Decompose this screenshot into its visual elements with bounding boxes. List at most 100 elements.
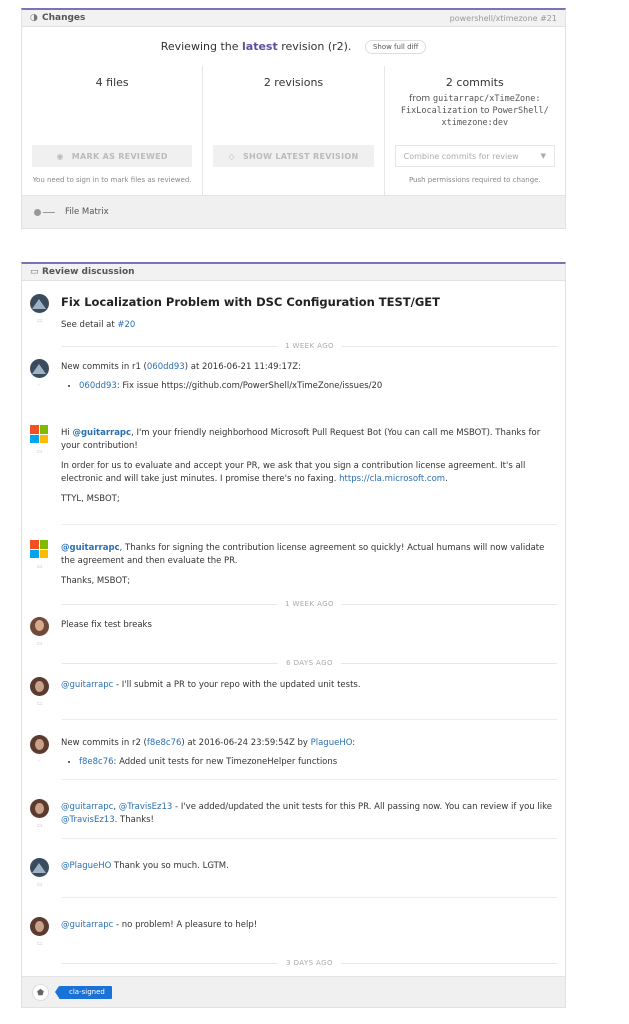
- user-mention[interactable]: @guitarrapc: [61, 680, 113, 690]
- commit-prefix: New commits in r1 (: [61, 362, 147, 372]
- comment-text: - no problem! A pleasure to help!: [113, 920, 258, 930]
- user-mention[interactable]: @guitarrapc: [61, 802, 113, 812]
- user-mention[interactable]: @TravisEz13: [119, 802, 173, 812]
- time-separator: 1 WEEK AGO: [62, 341, 557, 351]
- issue-link[interactable]: #20: [117, 320, 135, 330]
- commit-sha-link[interactable]: f8e8c76: [79, 757, 114, 767]
- repo-ref[interactable]: powershell/xtimezone #21: [450, 14, 557, 23]
- comment-text: .: [445, 473, 448, 484]
- microsoft-logo-icon[interactable]: [30, 540, 48, 558]
- comment-icon: ▭: [37, 317, 43, 324]
- files-column: 4 files ◉ MARK AS REVIEWED You need to s…: [22, 66, 204, 196]
- commit-sha-link[interactable]: 060dd93: [79, 381, 117, 391]
- avatar[interactable]: [30, 677, 49, 696]
- reviewing-prefix: Reviewing the: [160, 40, 243, 53]
- signature: TTYL, MSBOT;: [61, 494, 120, 504]
- user-mention[interactable]: @PlagueHO: [61, 861, 111, 871]
- discussion-title: Review discussion: [42, 267, 135, 277]
- comment-icon: ▭: [37, 881, 43, 888]
- cla-link[interactable]: https://cla.microsoft.com: [339, 474, 445, 484]
- signature: Thanks, MSBOT;: [61, 576, 131, 586]
- half-circle-icon: ◑: [30, 13, 38, 23]
- discussion-header: ▭ Review discussion: [22, 264, 565, 281]
- divider: [62, 524, 557, 525]
- microsoft-logo-icon[interactable]: [30, 425, 48, 443]
- review-discussion-panel: ▭ Review discussion ▭ Fix Localization P…: [21, 262, 566, 1008]
- user-mention[interactable]: @TravisEz13: [61, 815, 115, 825]
- avatar[interactable]: [30, 294, 49, 313]
- to-repo: PowerShell/: [492, 106, 549, 116]
- show-latest-revision-button[interactable]: ◇ SHOW LATEST REVISION: [213, 145, 374, 167]
- changes-header: ◑ Changes powershell/xtimezone #21: [22, 10, 565, 27]
- commit-icon: ◦: [37, 758, 41, 765]
- time-separator-label: 1 WEEK AGO: [285, 342, 334, 350]
- commit-sha-link[interactable]: f8e8c76: [147, 738, 182, 748]
- file-matrix-bar[interactable]: File Matrix: [22, 195, 565, 228]
- time-separator-label: 3 DAYS AGO: [286, 959, 333, 967]
- commit-message: : Added unit tests for new TimezoneHelpe…: [113, 756, 338, 767]
- user-mention[interactable]: @guitarrapc: [61, 920, 113, 930]
- commit-suffix: ) at 2016-06-21 11:49:17Z:: [184, 362, 301, 372]
- divider: [62, 897, 557, 898]
- avatar[interactable]: [30, 617, 49, 636]
- user-mention[interactable]: @guitarrapc: [61, 543, 120, 553]
- detail-prefix: See detail at: [61, 319, 118, 330]
- summary-columns: 4 files ◉ MARK AS REVIEWED You need to s…: [22, 66, 565, 196]
- commit-suffix: ) at 2016-06-24 23:59:54Z by: [181, 738, 311, 748]
- comment-icon: ▭: [37, 563, 43, 570]
- comment-icon: ▭: [37, 700, 43, 707]
- labels-bar: ⬟ cla-signed: [22, 976, 565, 1007]
- show-latest-label: SHOW LATEST REVISION: [242, 151, 359, 161]
- commits-column: 2 commits from guitarrapc/xTimeZone: Fix…: [385, 66, 565, 196]
- file-matrix-label: File Matrix: [65, 207, 109, 217]
- commit-message: : Fix issue https://github.com/PowerShel…: [116, 380, 383, 391]
- commit-sha-link[interactable]: 060dd93: [147, 362, 185, 372]
- comment-text: Thank you so much. LGTM.: [111, 861, 229, 871]
- changes-title: Changes: [42, 13, 86, 23]
- comment-text: - I've added/updated the unit tests for …: [172, 802, 552, 812]
- divider: [62, 838, 557, 839]
- divider: [62, 779, 557, 780]
- avatar[interactable]: [30, 858, 49, 877]
- label-badge[interactable]: cla-signed: [55, 985, 112, 999]
- tag-icon[interactable]: ⬟: [32, 983, 49, 1001]
- comment-icon: ▭: [37, 640, 43, 647]
- branch-info: from guitarrapc/xTimeZone: FixLocalizati…: [385, 93, 565, 129]
- revisions-column: 2 revisions ◇ SHOW LATEST REVISION: [203, 66, 385, 196]
- pr-title: Fix Localization Problem with DSC Config…: [61, 295, 440, 309]
- time-separator-label: 1 WEEK AGO: [285, 600, 334, 608]
- time-separator-label: 6 DAYS AGO: [286, 659, 333, 667]
- to-branch: xtimezone:dev: [441, 118, 509, 128]
- comment-text: . Thanks!: [114, 814, 154, 825]
- comment-text: Please fix test breaks: [61, 620, 152, 630]
- reviewing-suffix: revision (r2).: [277, 40, 352, 53]
- mark-as-reviewed-button[interactable]: ◉ MARK AS REVIEWED: [32, 145, 193, 167]
- time-separator: 6 DAYS AGO: [62, 658, 557, 668]
- user-mention[interactable]: @guitarrapc: [72, 428, 131, 438]
- list-item: 060dd93: Fix issue https://github.com/Po…: [79, 380, 553, 393]
- comment-icon: ▭: [37, 448, 43, 455]
- author-link[interactable]: PlagueHO: [311, 738, 353, 748]
- greeting: Hi: [61, 428, 73, 438]
- combine-commits-select[interactable]: Combine commits for review ▼: [394, 145, 555, 167]
- avatar[interactable]: [30, 359, 49, 378]
- show-full-diff-button[interactable]: Show full diff: [364, 40, 427, 54]
- changes-panel: ◑ Changes powershell/xtimezone #21 Revie…: [21, 8, 566, 229]
- comment-text: In order for us to evaluate and accept y…: [61, 461, 526, 484]
- comment-text: - I'll submit a PR to your repo with the…: [113, 680, 361, 690]
- eye-icon: ◉: [56, 151, 64, 161]
- commit-icon: ◦: [37, 382, 41, 389]
- file-matrix-toggle-icon[interactable]: [34, 208, 55, 216]
- combine-commits-value: Combine commits for review: [403, 151, 519, 161]
- time-separator: 1 WEEK AGO: [62, 599, 557, 609]
- from-branch: guitarrapc/xTimeZone:: [433, 94, 541, 104]
- avatar[interactable]: [30, 917, 49, 936]
- avatar[interactable]: [30, 735, 49, 754]
- avatar[interactable]: [30, 799, 49, 818]
- from-branch-name: FixLocalization: [400, 106, 478, 116]
- latest-revision-link[interactable]: latest: [242, 40, 278, 53]
- diamond-icon: ◇: [228, 151, 235, 161]
- comment-text: , Thanks for signing the contribution li…: [61, 543, 545, 566]
- comment-text: , I'm your friendly neighborhood Microso…: [61, 428, 541, 451]
- sign-in-note: You need to sign in to mark files as rev…: [32, 176, 192, 184]
